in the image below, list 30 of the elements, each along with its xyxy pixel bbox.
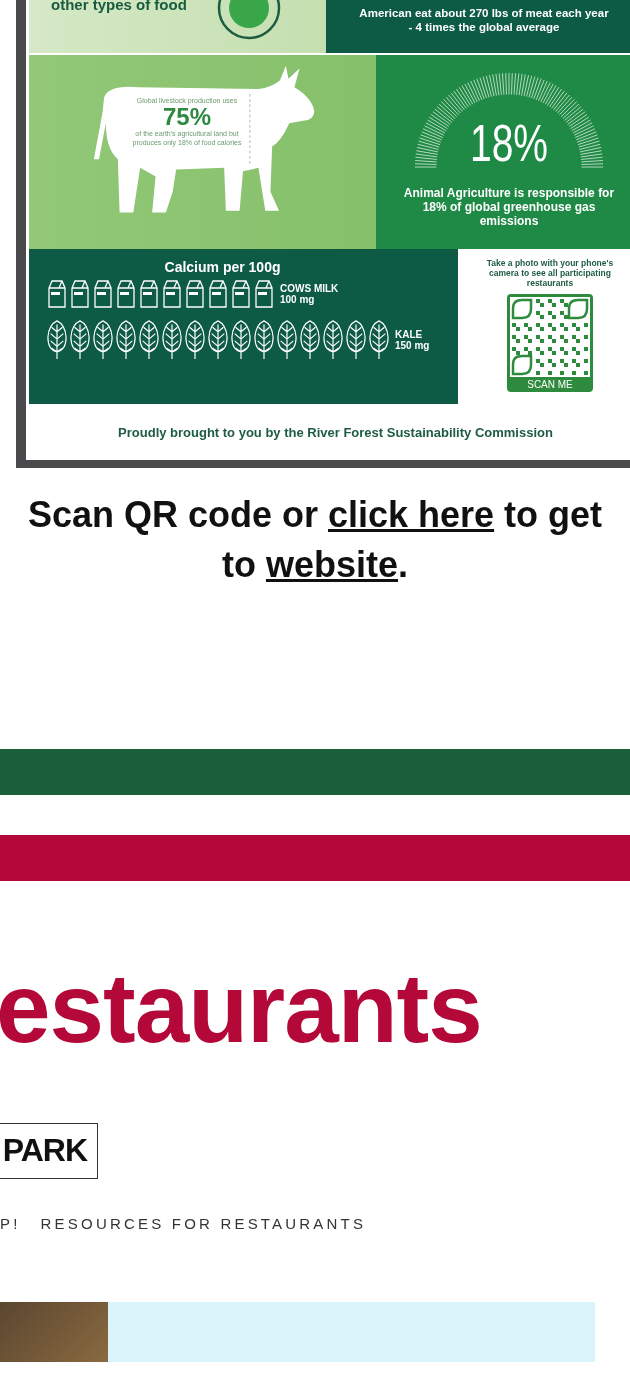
food-name: COWS MILK bbox=[280, 283, 339, 294]
site-logo[interactable]: PARK bbox=[0, 1122, 98, 1179]
qr-caption: Take a photo with your phone's camera to see all participating restaurants bbox=[485, 259, 615, 289]
milk-carton-icon bbox=[254, 279, 274, 309]
milk-carton-icon bbox=[231, 279, 251, 309]
milk-carton-icon bbox=[139, 279, 159, 309]
milk-carton-icon bbox=[70, 279, 90, 309]
section-heading: estaurants bbox=[0, 955, 483, 1063]
milk-carton-icon bbox=[116, 279, 136, 309]
milk-carton-icon bbox=[185, 279, 205, 309]
panel-text: American eat about 270 lbs of meat each year - 4 times the global average bbox=[358, 7, 610, 35]
milk-carton-icon bbox=[208, 279, 228, 309]
nav-link[interactable]: P! bbox=[0, 1214, 21, 1232]
calcium-amount: 100 mg bbox=[280, 294, 316, 305]
qr-code-icon bbox=[510, 297, 590, 378]
panel-text: Animal Agriculture is responsible for 18% of global greenhouse gas emissions bbox=[402, 187, 616, 229]
scan-instruction: Scan QR code or click here to get to website. bbox=[26, 493, 604, 587]
panel-title: Calcium per 100g bbox=[164, 259, 281, 275]
scan-label: SCAN ME bbox=[527, 378, 573, 393]
text-link[interactable]: website bbox=[265, 544, 398, 585]
text-link[interactable]: click here bbox=[328, 494, 495, 535]
calcium-amount: 150 mg bbox=[395, 340, 430, 351]
food-name: KALE bbox=[395, 329, 424, 340]
milk-carton-icon bbox=[47, 279, 67, 309]
milk-carton-icon bbox=[93, 279, 113, 309]
stat-figure: 75% bbox=[162, 104, 211, 131]
credit-text: Proudly brought to you by the River Forest Sustainability Commission bbox=[118, 424, 553, 440]
milk-carton-icon bbox=[162, 279, 182, 309]
stat-figure: 18% bbox=[468, 117, 549, 169]
nav-link[interactable]: RESOURCES FOR RESTAURANTS bbox=[40, 1214, 367, 1232]
